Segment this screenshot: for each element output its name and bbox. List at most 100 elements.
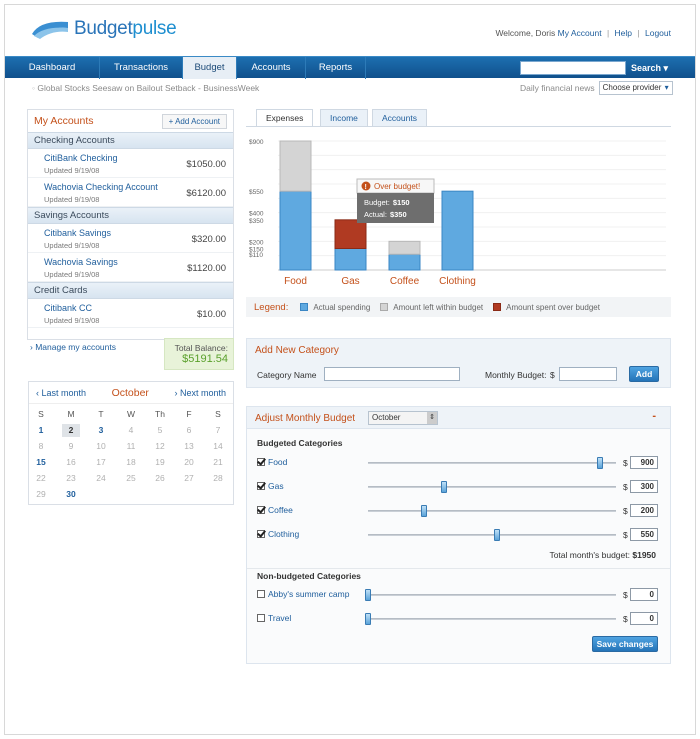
category-name[interactable]: Gas bbox=[268, 481, 284, 491]
tab-budget[interactable]: Budget bbox=[183, 57, 237, 79]
calendar-day[interactable]: 11 bbox=[122, 440, 140, 453]
calendar-day[interactable]: 29 bbox=[32, 488, 50, 501]
tab-accounts[interactable]: Accounts bbox=[237, 57, 306, 79]
budget-value-input[interactable]: 200 bbox=[630, 504, 658, 517]
tab-reports[interactable]: Reports bbox=[306, 57, 366, 79]
category-name[interactable]: Coffee bbox=[268, 505, 293, 515]
add-account-button[interactable]: + Add Account bbox=[161, 113, 227, 129]
save-changes-button[interactable]: Save changes bbox=[592, 636, 658, 652]
category-checkbox[interactable] bbox=[257, 458, 265, 466]
category-checkbox[interactable] bbox=[257, 530, 265, 538]
account-name[interactable]: Wachovia Checking Account bbox=[44, 182, 158, 192]
calendar-day[interactable]: 22 bbox=[32, 472, 50, 485]
category-name[interactable]: Food bbox=[268, 457, 287, 467]
category-name[interactable]: Clothing bbox=[268, 529, 299, 539]
account-name[interactable]: CitiBank Checking bbox=[44, 153, 118, 163]
calendar-day[interactable]: 21 bbox=[209, 456, 227, 469]
category-name[interactable]: Travel bbox=[268, 613, 291, 623]
category-checkbox[interactable] bbox=[257, 614, 265, 622]
news-ticker[interactable]: ◦ Global Stocks Seesaw on Bailout Setbac… bbox=[32, 83, 259, 93]
calendar-day[interactable]: 1 bbox=[32, 424, 50, 437]
help-link[interactable]: Help bbox=[615, 28, 632, 38]
calendar-day[interactable]: 3 bbox=[92, 424, 110, 437]
calendar-day[interactable]: 20 bbox=[180, 456, 198, 469]
account-row[interactable]: Wachovia Checking Account Updated 9/19/0… bbox=[28, 178, 233, 207]
calendar-day[interactable]: 26 bbox=[151, 472, 169, 485]
tab-dashboard[interactable]: Dashboard bbox=[5, 57, 100, 79]
budget-slider-handle[interactable] bbox=[440, 481, 447, 493]
collapse-icon[interactable]: - bbox=[652, 410, 656, 422]
calendar-day[interactable]: 6 bbox=[180, 424, 198, 437]
my-account-link[interactable]: My Account bbox=[558, 28, 602, 38]
category-name-input[interactable] bbox=[324, 367, 460, 381]
monthly-budget-input[interactable] bbox=[559, 367, 617, 381]
budget-value-input[interactable]: 300 bbox=[630, 480, 658, 493]
tab-accounts[interactable]: Accounts bbox=[372, 109, 427, 126]
budget-slider-track[interactable] bbox=[368, 534, 616, 536]
bar-remaining[interactable] bbox=[279, 140, 312, 192]
calendar-day[interactable]: 30 bbox=[62, 488, 80, 501]
bar-remaining[interactable] bbox=[388, 240, 421, 255]
account-row[interactable]: CitiBank Checking Updated 9/19/08 $1050.… bbox=[28, 149, 233, 178]
logout-link[interactable]: Logout bbox=[645, 28, 671, 38]
calendar-day[interactable]: 2 bbox=[62, 424, 80, 437]
calendar-day[interactable]: 28 bbox=[209, 472, 227, 485]
calendar-day[interactable]: 17 bbox=[92, 456, 110, 469]
category-checkbox[interactable] bbox=[257, 506, 265, 514]
account-row[interactable]: Wachovia Savings Updated 9/19/08 $1120.0… bbox=[28, 253, 233, 282]
budget-slider-track[interactable] bbox=[368, 510, 616, 512]
calendar-day[interactable]: 18 bbox=[122, 456, 140, 469]
budget-slider-handle[interactable] bbox=[596, 457, 603, 469]
budget-slider-handle[interactable] bbox=[365, 589, 371, 601]
budget-value-input[interactable]: 0 bbox=[630, 612, 658, 625]
tab-income[interactable]: Income bbox=[320, 109, 368, 126]
bar-over-budget[interactable] bbox=[334, 219, 367, 250]
calendar-day[interactable]: 19 bbox=[151, 456, 169, 469]
calendar-day[interactable]: 7 bbox=[209, 424, 227, 437]
budget-slider-track[interactable] bbox=[368, 462, 616, 464]
prev-month-link[interactable]: ‹ Last month bbox=[36, 388, 86, 398]
budget-slider-track[interactable] bbox=[368, 618, 616, 620]
calendar-day[interactable]: 16 bbox=[62, 456, 80, 469]
budget-slider-handle[interactable] bbox=[421, 505, 428, 517]
category-name[interactable]: Abby's summer camp bbox=[268, 589, 349, 599]
add-button[interactable]: Add bbox=[629, 366, 659, 382]
bar-actual[interactable] bbox=[388, 253, 421, 271]
account-row[interactable]: Citibank CC Updated 9/19/08 $10.00 bbox=[28, 299, 233, 328]
provider-select[interactable]: Choose provider ▾ bbox=[598, 81, 673, 95]
bar-actual[interactable] bbox=[334, 248, 367, 271]
calendar-day[interactable]: 12 bbox=[151, 440, 169, 453]
budget-value-input[interactable]: 0 bbox=[630, 588, 658, 601]
calendar-day[interactable]: 13 bbox=[180, 440, 198, 453]
budget-slider-track[interactable] bbox=[368, 486, 616, 488]
calendar-day[interactable]: 24 bbox=[92, 472, 110, 485]
tab-transactions[interactable]: Transactions bbox=[100, 57, 183, 79]
logo[interactable]: Budgetpulse bbox=[30, 16, 177, 42]
account-row[interactable]: Citibank Savings Updated 9/19/08 $320.00 bbox=[28, 224, 233, 253]
category-checkbox[interactable] bbox=[257, 482, 265, 490]
calendar-day[interactable]: 5 bbox=[151, 424, 169, 437]
calendar-day[interactable]: 25 bbox=[122, 472, 140, 485]
budget-slider-handle[interactable] bbox=[494, 529, 501, 541]
calendar-day[interactable]: 23 bbox=[62, 472, 80, 485]
calendar-day[interactable]: 15 bbox=[32, 456, 50, 469]
calendar-day[interactable]: 9 bbox=[62, 440, 80, 453]
search-button[interactable]: Search ▾ bbox=[631, 57, 668, 79]
search-input[interactable] bbox=[520, 61, 626, 75]
budget-slider-handle[interactable] bbox=[365, 613, 371, 625]
account-name[interactable]: Citibank CC bbox=[44, 303, 92, 313]
category-checkbox[interactable] bbox=[257, 590, 265, 598]
calendar-day[interactable]: 27 bbox=[180, 472, 198, 485]
next-month-link[interactable]: › Next month bbox=[174, 388, 226, 398]
budget-value-input[interactable]: 900 bbox=[630, 456, 658, 469]
bar-actual[interactable] bbox=[441, 190, 474, 271]
month-select[interactable]: October ⇕ bbox=[368, 411, 438, 425]
tab-expenses[interactable]: Expenses bbox=[256, 109, 314, 127]
account-name[interactable]: Wachovia Savings bbox=[44, 257, 118, 267]
calendar-day[interactable]: 8 bbox=[32, 440, 50, 453]
manage-accounts-link[interactable]: › Manage my accounts bbox=[30, 342, 116, 352]
calendar-day[interactable]: 4 bbox=[122, 424, 140, 437]
budget-value-input[interactable]: 550 bbox=[630, 528, 658, 541]
budget-slider-track[interactable] bbox=[368, 594, 616, 596]
bar-actual[interactable] bbox=[279, 190, 312, 271]
